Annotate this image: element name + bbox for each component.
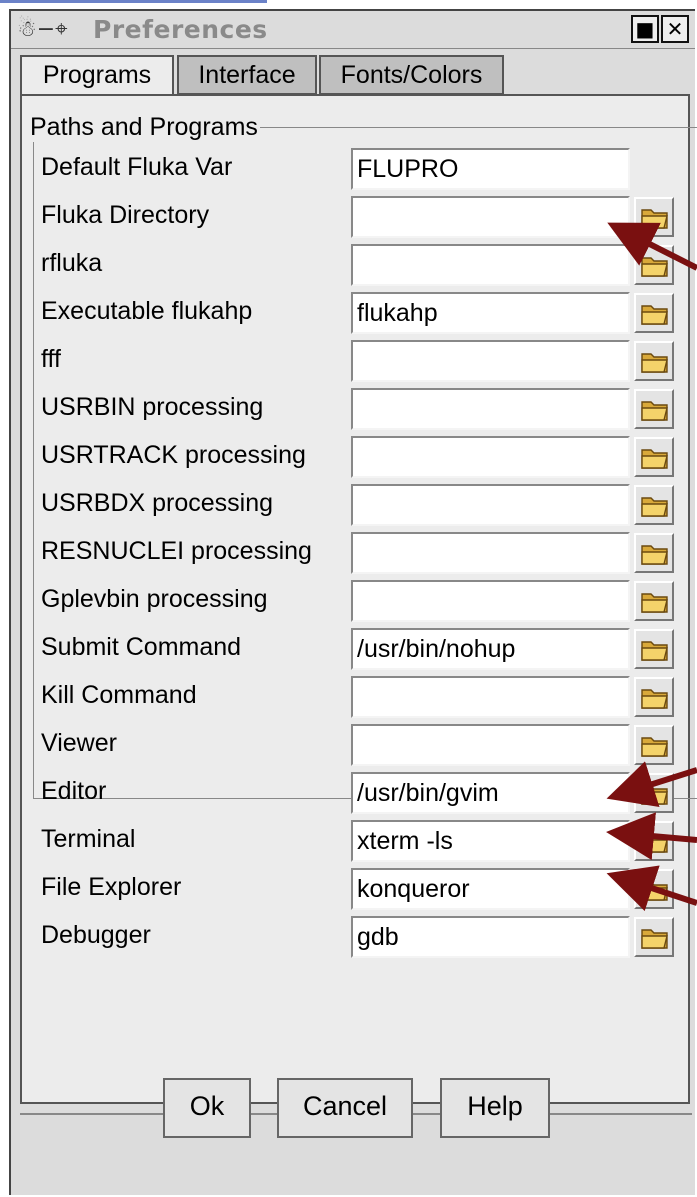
folder-icon — [641, 641, 668, 661]
folder-icon — [641, 545, 668, 565]
folder-icon — [641, 833, 668, 853]
folder-icon — [641, 353, 668, 373]
row-label: Submit Command — [41, 633, 242, 661]
row-input[interactable]: /usr/bin/gvim — [351, 772, 630, 814]
folder-icon — [641, 881, 668, 901]
row-label: rfluka — [41, 249, 103, 277]
row-input[interactable] — [351, 484, 630, 526]
browse-button[interactable] — [634, 341, 674, 381]
row-input[interactable]: flukahp — [351, 292, 630, 334]
browse-button[interactable] — [634, 917, 674, 957]
browse-button[interactable] — [634, 293, 674, 333]
browse-button[interactable] — [634, 533, 674, 573]
row-label: fff — [41, 345, 61, 373]
browse-button[interactable] — [634, 197, 674, 237]
row-input[interactable]: FLUPRO — [351, 148, 630, 190]
row-input[interactable]: /usr/bin/nohup — [351, 628, 630, 670]
cancel-button[interactable]: Cancel — [277, 1078, 413, 1138]
row-input[interactable] — [351, 676, 630, 718]
browse-button[interactable] — [634, 485, 674, 525]
row-label: File Explorer — [41, 873, 182, 901]
row-label: Gplevbin processing — [41, 585, 268, 613]
row-input[interactable] — [351, 580, 630, 622]
help-button[interactable]: Help — [440, 1078, 550, 1138]
accent-line — [0, 0, 267, 3]
window-menu-icon[interactable]: ☃−⌖ — [17, 17, 68, 42]
browse-button[interactable] — [634, 245, 674, 285]
row-input[interactable]: konqueror — [351, 868, 630, 910]
folder-icon — [641, 593, 668, 613]
row-input[interactable]: xterm -ls — [351, 820, 630, 862]
browse-button[interactable] — [634, 725, 674, 765]
folder-icon — [641, 305, 668, 325]
browse-button[interactable] — [634, 677, 674, 717]
title-bar[interactable]: ☃−⌖ Preferences ■ ✕ — [11, 11, 695, 49]
folder-icon — [641, 785, 668, 805]
browse-button[interactable] — [634, 389, 674, 429]
row-label: Viewer — [41, 729, 117, 757]
row-input[interactable] — [351, 436, 630, 478]
window-title: Preferences — [93, 15, 268, 44]
row-input[interactable] — [351, 388, 630, 430]
row-input[interactable] — [351, 532, 630, 574]
maximize-button[interactable]: ■ — [631, 15, 659, 43]
folder-icon — [641, 257, 668, 277]
tab-programs[interactable]: Programs — [20, 55, 174, 99]
row-label: Editor — [41, 777, 107, 805]
row-input[interactable]: gdb — [351, 916, 630, 958]
row-label: Terminal — [41, 825, 136, 853]
row-label: USRTRACK processing — [41, 441, 306, 469]
folder-icon — [641, 737, 668, 757]
browse-button[interactable] — [634, 629, 674, 669]
browse-button[interactable] — [634, 581, 674, 621]
row-label: Fluka Directory — [41, 201, 210, 229]
row-label: Default Fluka Var — [41, 153, 233, 181]
row-label: USRBDX processing — [41, 489, 274, 517]
folder-icon — [641, 449, 668, 469]
row-label: Debugger — [41, 921, 151, 949]
row-label: RESNUCLEI processing — [41, 537, 312, 565]
browse-button[interactable] — [634, 437, 674, 477]
browse-button[interactable] — [634, 869, 674, 909]
folder-icon — [641, 689, 668, 709]
tab-fonts-colors[interactable]: Fonts/Colors — [319, 55, 504, 95]
folder-icon — [641, 209, 668, 229]
tab-interface[interactable]: Interface — [177, 55, 317, 95]
folder-icon — [641, 497, 668, 517]
close-button[interactable]: ✕ — [661, 15, 689, 43]
row-label: Kill Command — [41, 681, 197, 709]
row-input[interactable] — [351, 244, 630, 286]
browse-button[interactable] — [634, 773, 674, 813]
browse-button[interactable] — [634, 821, 674, 861]
row-input[interactable] — [351, 196, 630, 238]
row-input[interactable] — [351, 340, 630, 382]
folder-icon — [641, 929, 668, 949]
row-input[interactable] — [351, 724, 630, 766]
row-label: USRBIN processing — [41, 393, 264, 421]
folder-icon — [641, 401, 668, 421]
group-title: Paths and Programs — [28, 113, 260, 142]
row-label: Executable flukahp — [41, 297, 253, 325]
ok-button[interactable]: Ok — [163, 1078, 251, 1138]
